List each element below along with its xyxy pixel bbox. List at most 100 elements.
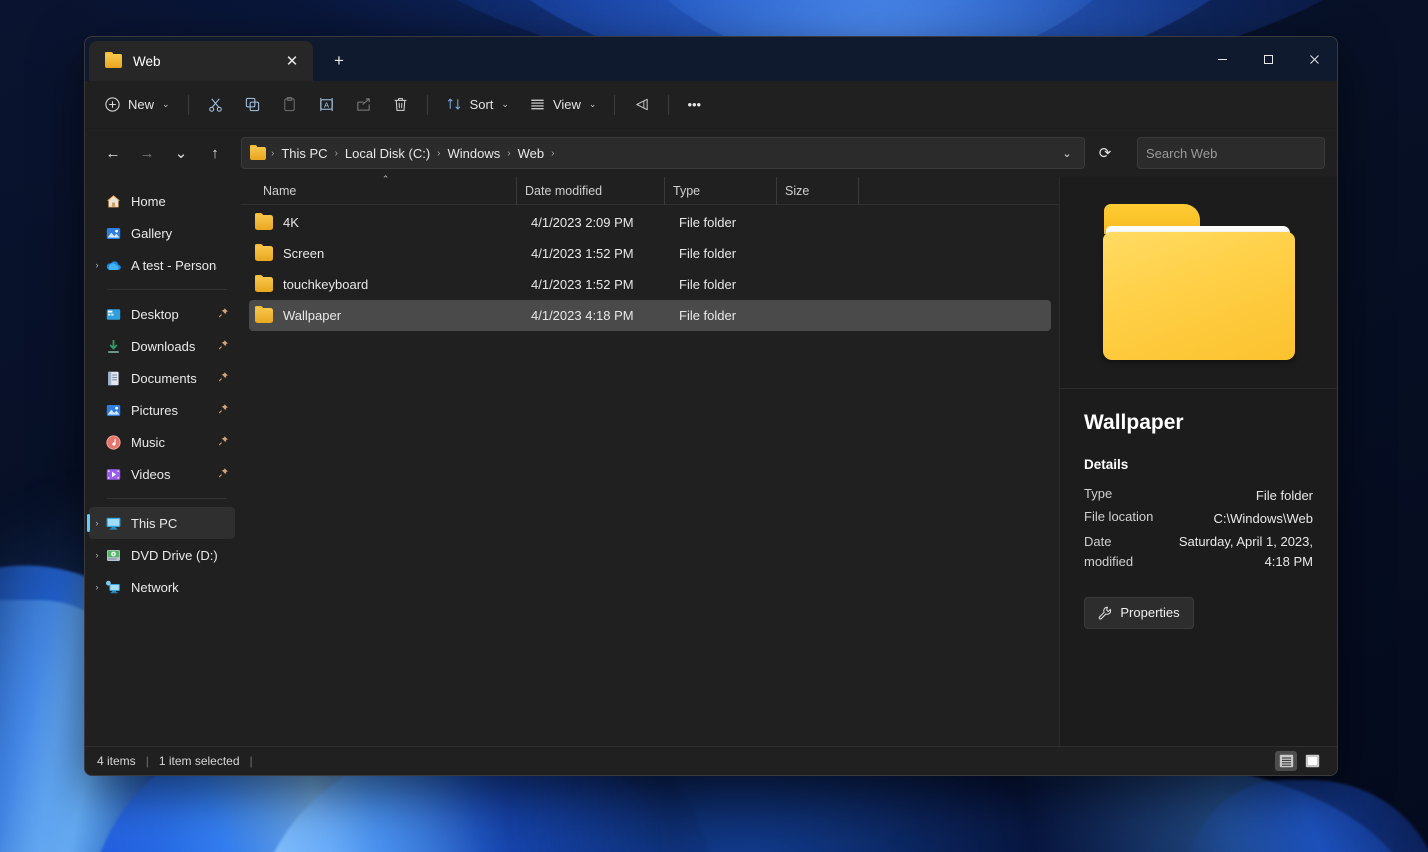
new-tab-button[interactable]: + xyxy=(323,45,355,77)
sidebar-item-downloads[interactable]: Downloads xyxy=(89,330,235,362)
large-folder-icon xyxy=(1101,204,1297,362)
expand-arrow-icon[interactable]: › xyxy=(89,582,105,592)
minimize-button[interactable] xyxy=(1199,37,1245,81)
breadcrumb-bar[interactable]: › This PC › Local Disk (C:) › Windows › … xyxy=(241,137,1085,169)
column-label: Name xyxy=(263,184,296,198)
back-button[interactable]: ← xyxy=(97,137,129,169)
sidebar-item-label: Desktop xyxy=(131,307,217,322)
share-button[interactable] xyxy=(346,89,381,121)
breadcrumb-separator: › xyxy=(436,148,441,159)
file-date-modified: 4/1/2023 1:52 PM xyxy=(531,246,679,261)
column-label: Type xyxy=(673,184,700,198)
breadcrumb-item-web[interactable]: Web xyxy=(512,143,551,164)
paste-button[interactable] xyxy=(272,89,307,121)
window-controls xyxy=(1199,37,1337,81)
folder-icon xyxy=(255,277,273,292)
paste-icon xyxy=(281,96,298,113)
expand-arrow-icon[interactable]: › xyxy=(89,550,105,560)
expand-arrow-icon[interactable]: › xyxy=(89,260,105,270)
tab-web[interactable]: Web ✕ xyxy=(89,41,313,81)
sidebar-item-desktop[interactable]: Desktop xyxy=(89,298,235,330)
sidebar-item-music[interactable]: Music xyxy=(89,426,235,458)
view-button[interactable]: View ⌄ xyxy=(520,89,606,121)
view-lines-icon xyxy=(529,96,546,113)
detail-row-date-modified: Date modified Saturday, April 1, 2023, 4… xyxy=(1084,532,1313,572)
detail-value: C:\Windows\Web xyxy=(1214,509,1313,529)
breadcrumb-item-this-pc[interactable]: This PC xyxy=(275,143,333,164)
detail-key: Type xyxy=(1084,486,1112,501)
table-row[interactable]: Screen 4/1/2023 1:52 PM File folder xyxy=(249,238,1051,269)
sidebar-item-label: Pictures xyxy=(131,403,217,418)
sidebar-item-label: This PC xyxy=(131,516,217,531)
forward-button[interactable]: → xyxy=(131,137,163,169)
table-row[interactable]: Wallpaper 4/1/2023 4:18 PM File folder xyxy=(249,300,1051,331)
column-header-date-modified[interactable]: Date modified xyxy=(517,177,665,205)
close-window-button[interactable] xyxy=(1291,37,1337,81)
details-pane: Wallpaper Details Type File folder File … xyxy=(1059,177,1337,746)
onedrive-icon xyxy=(105,257,122,274)
sort-button[interactable]: Sort ⌄ xyxy=(437,89,518,121)
breadcrumb-separator: › xyxy=(506,148,511,159)
table-row[interactable]: touchkeyboard 4/1/2023 1:52 PM File fold… xyxy=(249,269,1051,300)
toolbar-divider xyxy=(614,95,615,115)
sidebar-item-this-pc[interactable]: › This PC xyxy=(89,507,235,539)
breadcrumb-item-windows[interactable]: Windows xyxy=(442,143,507,164)
folder-icon xyxy=(255,215,273,230)
breadcrumb-separator: › xyxy=(550,148,555,159)
chevron-down-icon: ⌄ xyxy=(589,99,597,110)
properties-button-label: Properties xyxy=(1120,605,1179,620)
search-input[interactable] xyxy=(1146,146,1322,161)
large-icons-view-button[interactable] xyxy=(1301,751,1323,771)
close-tab-icon[interactable]: ✕ xyxy=(279,48,305,74)
column-header-type[interactable]: Type xyxy=(665,177,777,205)
file-type: File folder xyxy=(679,215,791,230)
sidebar-item-label: Music xyxy=(131,435,217,450)
sidebar-item-label: Videos xyxy=(131,467,217,482)
file-type: File folder xyxy=(679,308,791,323)
file-name: touchkeyboard xyxy=(283,277,531,292)
detail-value: File folder xyxy=(1256,486,1313,506)
column-header-name[interactable]: ⌃ Name xyxy=(255,177,517,205)
details-view-icon xyxy=(1279,754,1294,768)
sidebar-item-dvd-drive[interactable]: › DVD Drive (D:) CCC xyxy=(89,539,235,571)
delete-button[interactable] xyxy=(383,89,418,121)
table-row[interactable]: 4K 4/1/2023 2:09 PM File folder xyxy=(249,207,1051,238)
toolbar-divider xyxy=(188,95,189,115)
cut-button[interactable] xyxy=(198,89,233,121)
copy-button[interactable] xyxy=(235,89,270,121)
sidebar-item-a-test-personal[interactable]: › A test - Personal xyxy=(89,249,235,281)
sort-icon xyxy=(446,96,463,113)
refresh-button[interactable]: ⟳ xyxy=(1089,137,1121,169)
sidebar-item-pictures[interactable]: Pictures xyxy=(89,394,235,426)
detail-row-file-location: File location C:\Windows\Web xyxy=(1084,509,1313,529)
column-headers: ⌃ Name Date modified Type Size xyxy=(241,177,1059,205)
search-box[interactable] xyxy=(1137,137,1325,169)
file-name: Wallpaper xyxy=(283,308,531,323)
sidebar-item-home[interactable]: Home xyxy=(89,185,235,217)
gallery-icon xyxy=(105,225,122,242)
sidebar-item-videos[interactable]: Videos xyxy=(89,458,235,490)
file-list-view: ⌃ Name Date modified Type Size 4K 4/1/20… xyxy=(241,177,1059,746)
title-bar: Web ✕ + xyxy=(85,37,1337,81)
breadcrumb-dropdown-button[interactable]: ⌄ xyxy=(1054,140,1080,166)
maximize-button[interactable] xyxy=(1245,37,1291,81)
sort-button-label: Sort xyxy=(470,97,494,112)
home-icon xyxy=(105,193,122,210)
sidebar-item-documents[interactable]: Documents xyxy=(89,362,235,394)
expand-arrow-icon[interactable]: › xyxy=(89,518,105,528)
sidebar-item-gallery[interactable]: Gallery xyxy=(89,217,235,249)
status-separator: | xyxy=(250,754,253,768)
pin-icon xyxy=(217,467,229,481)
column-header-size[interactable]: Size xyxy=(777,177,859,205)
breadcrumb-item-local-disk[interactable]: Local Disk (C:) xyxy=(339,143,436,164)
up-button[interactable]: ↑ xyxy=(199,137,231,169)
details-view-button[interactable] xyxy=(1275,751,1297,771)
recent-locations-button[interactable]: ⌄ xyxy=(165,137,197,169)
status-separator: | xyxy=(146,754,149,768)
see-more-button[interactable]: ••• xyxy=(678,89,710,121)
details-pane-button[interactable] xyxy=(624,89,659,121)
properties-button[interactable]: Properties xyxy=(1084,597,1194,629)
rename-button[interactable]: A xyxy=(309,89,344,121)
new-button[interactable]: New ⌄ xyxy=(95,89,179,121)
sidebar-item-network[interactable]: › Network xyxy=(89,571,235,603)
